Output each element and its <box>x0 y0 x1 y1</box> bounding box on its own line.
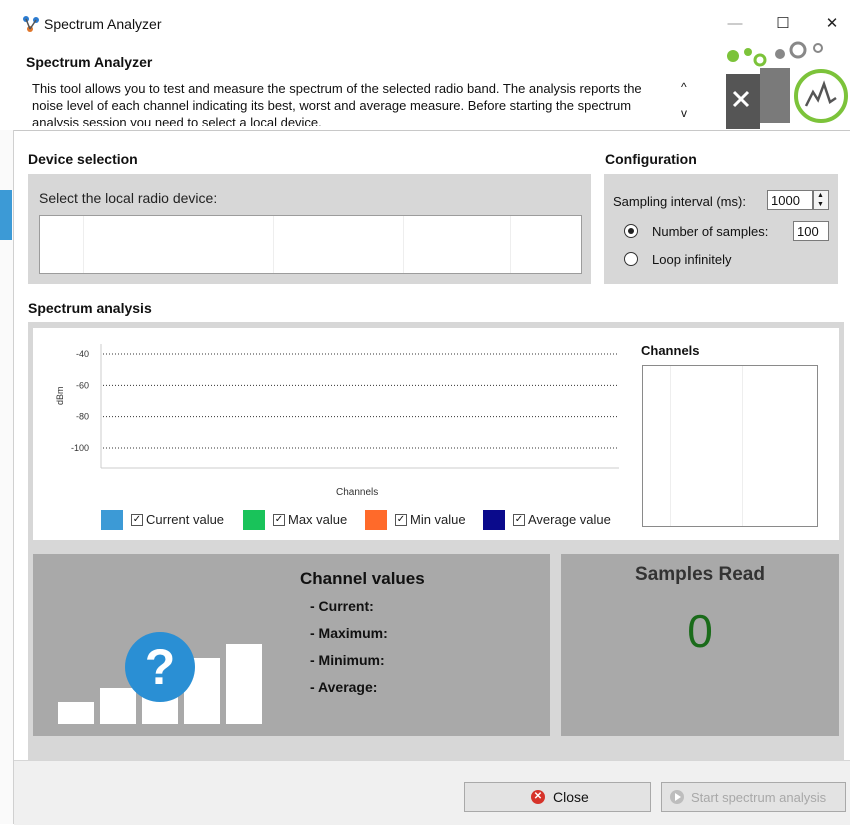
chart-y-axis-label: dBm <box>55 386 65 405</box>
average-value-label: - Average: <box>310 679 378 695</box>
loop-infinitely-label: Loop infinitely <box>652 252 732 267</box>
left-background-accent <box>0 190 12 240</box>
start-button-label: Start spectrum analysis <box>691 790 827 805</box>
minimize-button[interactable]: — <box>723 12 747 36</box>
legend-swatch <box>243 510 265 530</box>
samples-read-value: 0 <box>687 605 713 657</box>
configuration-title: Configuration <box>605 151 697 167</box>
legend-checkbox[interactable]: ✓ <box>131 514 143 526</box>
chart-y-tick-label: -60 <box>76 380 89 390</box>
window-title: Spectrum Analyzer <box>44 16 162 32</box>
question-mark-icon: ? <box>125 632 195 702</box>
maximum-value-label: - Maximum: <box>310 625 388 641</box>
maximize-button[interactable]: ☐ <box>771 12 795 36</box>
minimum-value-label: - Minimum: <box>310 652 385 668</box>
close-button[interactable]: ✕ Close <box>464 782 651 812</box>
spectrum-analysis-title: Spectrum analysis <box>28 300 152 316</box>
list-column-divider <box>403 216 404 273</box>
start-spectrum-analysis-button[interactable]: Start spectrum analysis <box>661 782 846 812</box>
legend-checkbox[interactable]: ✓ <box>395 514 407 526</box>
legend-label: Average value <box>528 512 611 527</box>
spinner-up-icon[interactable]: ▲ <box>817 191 824 200</box>
list-column-divider <box>670 366 671 526</box>
samples-read-title: Samples Read <box>635 564 765 585</box>
device-select-label: Select the local radio device: <box>39 190 218 206</box>
spectrum-chart: -40 -60 -80 -100 dBm Channels <box>55 344 619 498</box>
channels-list[interactable] <box>642 365 818 527</box>
close-x-icon: ✕ <box>531 790 545 804</box>
legend-label: Min value <box>410 512 466 527</box>
close-button-label: Close <box>553 789 589 805</box>
number-of-samples-input[interactable]: 100 <box>793 221 829 241</box>
sampling-interval-input[interactable]: 1000 <box>767 190 813 210</box>
chart-y-tick-label: -80 <box>76 412 89 422</box>
loop-infinitely-radio[interactable] <box>624 252 638 266</box>
spectrum-analyzer-logo-icon <box>726 41 848 129</box>
legend-swatch <box>483 510 505 530</box>
list-column-divider <box>742 366 743 526</box>
legend-label: Current value <box>146 512 225 527</box>
header-description: This tool allows you to test and measure… <box>32 81 642 126</box>
chart-legend: ✓ Current value ✓ Max value ✓ Min value ✓ Avera… <box>101 510 631 532</box>
sampling-interval-spinner[interactable]: ▲ ▼ <box>813 190 829 210</box>
scroll-down-arrow[interactable]: v <box>681 106 687 120</box>
header-separator <box>14 130 850 131</box>
legend-label: Max value <box>288 512 348 527</box>
chart-x-axis-label: Channels <box>336 487 378 498</box>
description-scrollbar[interactable]: ^ v <box>676 78 696 126</box>
device-selection-title: Device selection <box>28 151 138 167</box>
header-title: Spectrum Analyzer <box>26 54 153 70</box>
current-value-label: - Current: <box>310 598 374 614</box>
play-icon <box>670 790 684 804</box>
channels-title: Channels <box>641 343 700 358</box>
scroll-up-arrow[interactable]: ^ <box>681 80 687 94</box>
chart-y-tick-label: -100 <box>71 443 89 453</box>
legend-swatch <box>101 510 123 530</box>
list-column-divider <box>510 216 511 273</box>
play-triangle <box>675 793 681 801</box>
radio-selected-dot <box>628 228 634 234</box>
spinner-down-icon[interactable]: ▼ <box>817 200 824 209</box>
number-of-samples-radio[interactable] <box>624 224 638 238</box>
legend-checkbox[interactable]: ✓ <box>513 514 525 526</box>
legend-checkbox[interactable]: ✓ <box>273 514 285 526</box>
close-window-button[interactable]: ✕ <box>820 12 844 36</box>
number-of-samples-label: Number of samples: <box>652 224 769 239</box>
list-column-divider <box>273 216 274 273</box>
channel-values-title: Channel values <box>300 569 425 588</box>
sampling-interval-label: Sampling interval (ms): <box>613 194 746 209</box>
list-column-divider <box>83 216 84 273</box>
chart-y-tick-label: -40 <box>76 349 89 359</box>
spectrum-app-icon <box>23 16 39 32</box>
legend-swatch <box>365 510 387 530</box>
device-list[interactable] <box>39 215 582 274</box>
